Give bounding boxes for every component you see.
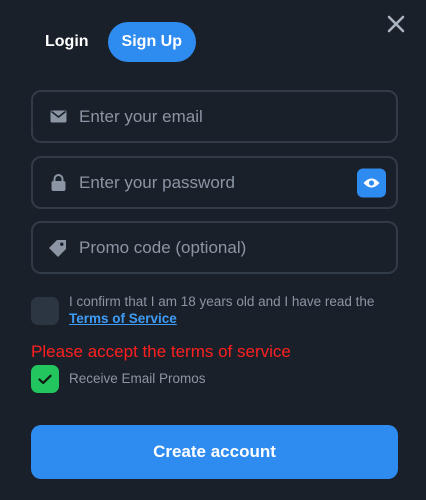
promo-code-field[interactable] (79, 223, 349, 272)
mail-icon (49, 108, 67, 126)
eye-icon (363, 178, 380, 187)
password-field-container (31, 156, 398, 209)
lock-icon (49, 174, 67, 192)
create-account-button[interactable]: Create account (31, 425, 398, 479)
tab-sign-up[interactable]: Sign Up (107, 22, 196, 62)
close-icon[interactable] (386, 14, 406, 34)
email-field-container (31, 90, 398, 143)
email-field[interactable] (79, 92, 349, 141)
terms-text: I confirm that I am 18 years old and I h… (69, 293, 399, 327)
tag-icon (49, 239, 67, 257)
email-promos-label: Receive Email Promos (69, 371, 206, 386)
checkmark-icon (38, 374, 52, 384)
terms-row (31, 297, 59, 325)
email-promos-row (31, 365, 59, 393)
error-message: Please accept the terms of service (31, 342, 291, 361)
password-field[interactable] (79, 158, 349, 207)
promo-field-container (31, 221, 398, 274)
terms-of-service-link[interactable]: Terms of Service (69, 311, 177, 326)
auth-tabs: Login Sign Up (31, 22, 196, 62)
terms-checkbox[interactable] (31, 297, 59, 325)
tab-login[interactable]: Login (31, 22, 108, 62)
email-promos-checkbox[interactable] (31, 365, 59, 393)
show-password-button[interactable] (357, 168, 386, 197)
terms-text-prefix: I confirm that I am 18 years old and I h… (69, 294, 375, 309)
